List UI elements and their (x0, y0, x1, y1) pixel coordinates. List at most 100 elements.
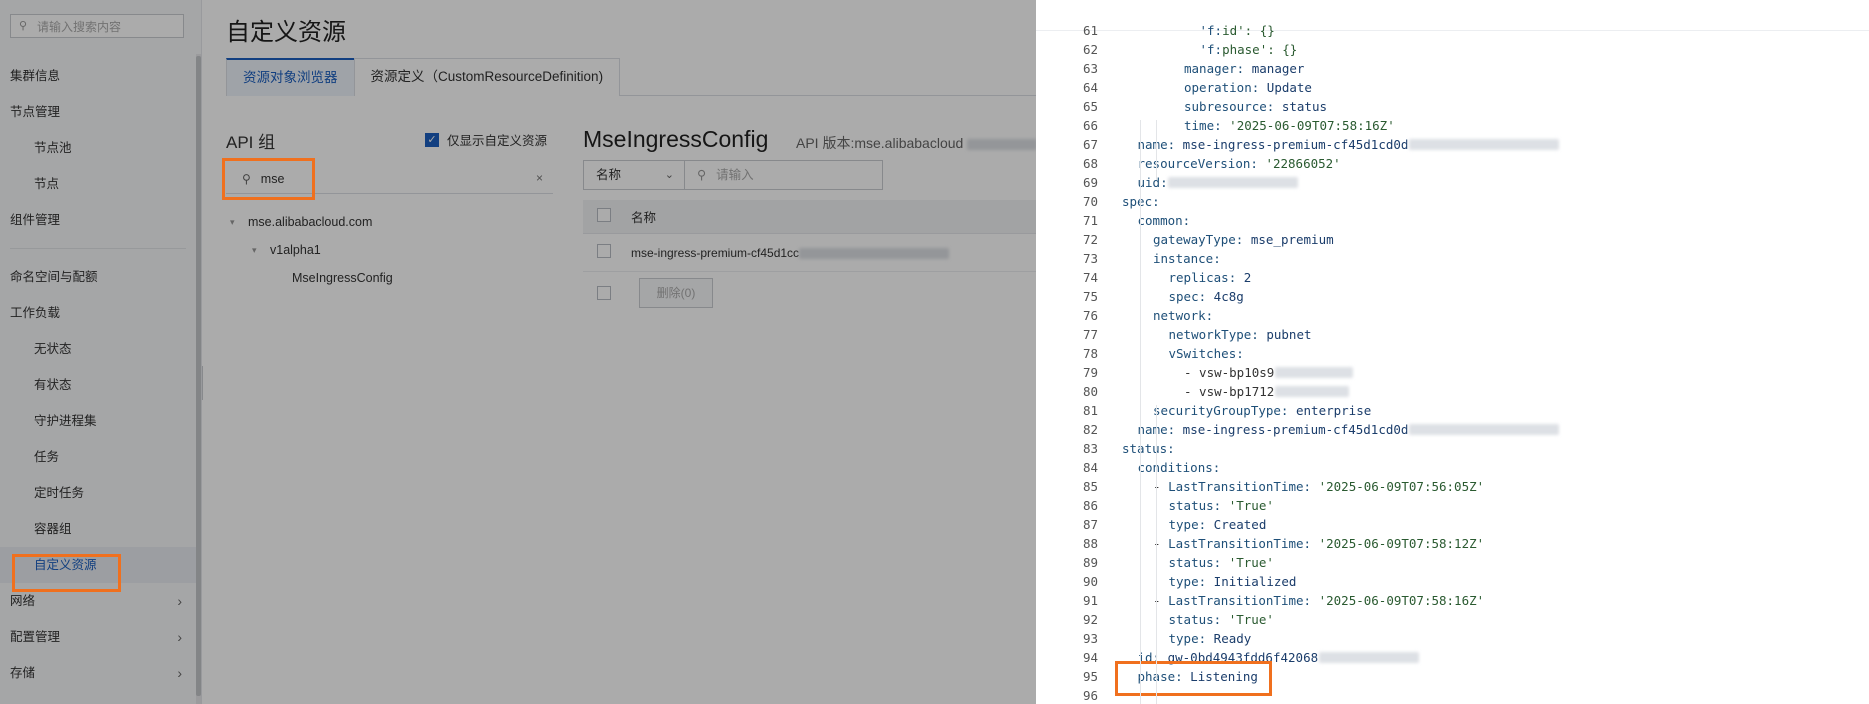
yaml-line: 90 type: Initialized (1036, 572, 1869, 591)
yaml-line-text: manager: manager (1184, 61, 1305, 76)
checkbox-checked-icon[interactable]: ✓ (425, 132, 439, 147)
sidebar-item-storage-label: 存储 (10, 666, 36, 680)
sidebar-item-nodes[interactable]: 节点 (0, 166, 196, 202)
yaml-line: 82 name: mse-ingress-premium-cf45d1cd0d (1036, 420, 1869, 439)
line-number: 89 (1082, 555, 1098, 570)
sidebar-nav: 集群信息 节点管理 节点池 节点 组件管理 命名空间与配额 工作负载 无状态 有… (0, 58, 196, 691)
line-number: 74 (1082, 270, 1098, 285)
yaml-line: 91 - LastTransitionTime: '2025-06-09T07:5… (1036, 591, 1869, 610)
yaml-line: 87 type: Created (1036, 515, 1869, 534)
only-custom-checkbox[interactable]: ✓ 仅显示自定义资源 (425, 130, 547, 149)
sidebar-item-config-label: 配置管理 (10, 630, 61, 644)
tree-node-version[interactable]: ▾ v1alpha1 (230, 236, 393, 264)
yaml-line-text: uid: (1137, 175, 1168, 190)
line-number: 69 (1082, 175, 1098, 190)
line-number: 63 (1082, 61, 1098, 76)
resource-table: 名称 mse-ingress-premium-cf45d1cc (583, 200, 1036, 272)
search-icon: ⚲ (19, 20, 28, 32)
yaml-line: 77 networkType: pubnet (1036, 325, 1869, 344)
yaml-line: 88 - LastTransitionTime: '2025-06-09T07:5… (1036, 534, 1869, 553)
yaml-line-text: vSwitches: (1168, 346, 1244, 361)
redacted-text (1318, 652, 1419, 663)
filter-search-input[interactable]: ⚲ 请输入 (685, 160, 883, 190)
line-number: 80 (1082, 384, 1098, 399)
sidebar-item-config[interactable]: 配置管理 › (0, 619, 196, 655)
line-number: 78 (1082, 346, 1098, 361)
highlight-box-search (222, 158, 315, 200)
clear-icon[interactable]: × (536, 171, 543, 185)
filter-field-select[interactable]: 名称 ⌄ (583, 160, 685, 190)
select-all-checkbox[interactable] (597, 208, 611, 222)
sidebar-item-pods[interactable]: 容器组 (0, 511, 196, 547)
delete-button[interactable]: 删除(0) (639, 278, 713, 308)
chevron-right-icon: › (177, 593, 182, 609)
filter-placeholder: 请输入 (716, 168, 754, 182)
footer-select-checkbox[interactable] (597, 286, 611, 300)
sidebar-scrollbar-thumb[interactable] (196, 56, 201, 696)
tree-node-group[interactable]: ▾ mse.alibabacloud.com (230, 208, 393, 236)
line-number: 91 (1082, 593, 1098, 608)
line-number: 76 (1082, 308, 1098, 323)
sidebar-item-jobs[interactable]: 任务 (0, 439, 196, 475)
yaml-line: 76 network: (1036, 306, 1869, 325)
sidebar-item-cronjobs[interactable]: 定时任务 (0, 475, 196, 511)
resource-name-link[interactable]: mse-ingress-premium-cf45d1cc (631, 246, 950, 260)
yaml-line: 89 status: 'True' (1036, 553, 1869, 572)
yaml-line-text: type: Ready (1168, 631, 1252, 646)
yaml-line: 75 spec: 4c8g (1036, 287, 1869, 306)
yaml-line: 67 name: mse-ingress-premium-cf45d1cd0d (1036, 135, 1869, 154)
yaml-line-text: spec: 4c8g (1168, 289, 1244, 304)
line-number: 94 (1082, 650, 1098, 665)
highlight-box-phase (1115, 661, 1272, 696)
sidebar-item-statefulsets[interactable]: 有状态 (0, 367, 196, 403)
yaml-drawer: 61 'f:id': {} 62 'f:phase': {} 63 manager: ma… (1036, 0, 1869, 704)
line-number: 65 (1082, 99, 1098, 114)
caret-down-icon[interactable]: ▾ (230, 213, 248, 231)
yaml-line-text: securityGroupType: enterprise (1153, 403, 1372, 418)
tab-crd[interactable]: 资源定义（CustomResourceDefinition) (353, 58, 621, 96)
table-header: 名称 (583, 200, 1036, 234)
line-number: 96 (1082, 688, 1098, 703)
sidebar-item-node-pools[interactable]: 节点池 (0, 130, 196, 166)
redacted-text (1274, 367, 1353, 378)
yaml-line: 74 replicas: 2 (1036, 268, 1869, 287)
tree-version-label: v1alpha1 (270, 243, 321, 257)
sidebar-item-node-management[interactable]: 节点管理 (0, 94, 196, 130)
sidebar-item-daemonsets[interactable]: 守护进程集 (0, 403, 196, 439)
yaml-line: 69 uid: (1036, 173, 1869, 192)
yaml-line-text: status: 'True' (1168, 498, 1274, 513)
sidebar-item-storage[interactable]: 存储 › (0, 655, 196, 691)
redacted-text (799, 247, 950, 259)
redacted-text (1409, 139, 1560, 150)
yaml-line-text: - LastTransitionTime: '2025-06-09T07:56:… (1153, 479, 1485, 494)
yaml-line: 71 common: (1036, 211, 1869, 230)
yaml-line: 84 conditions: (1036, 458, 1869, 477)
yaml-editor[interactable]: 61 'f:id': {} 62 'f:phase': {} 63 manager: ma… (1036, 21, 1869, 704)
line-number: 66 (1082, 118, 1098, 133)
yaml-line: 61 'f:id': {} (1036, 21, 1869, 40)
yaml-line-text: conditions: (1137, 460, 1221, 475)
yaml-line: 93 type: Ready (1036, 629, 1869, 648)
redacted-text (1409, 424, 1560, 435)
yaml-line-text: - vsw-bp1712 (1184, 384, 1275, 399)
yaml-line-text: name: mse-ingress-premium-cf45d1cd0d (1138, 137, 1409, 152)
sidebar-item-workloads[interactable]: 工作负载 (0, 295, 196, 331)
sidebar-item-cluster-info[interactable]: 集群信息 (0, 58, 196, 94)
main-content: 自定义资源 资源对象浏览器 资源定义（CustomResourceDefinit… (203, 0, 1036, 704)
table-footer: 删除(0) (583, 278, 713, 308)
table-row[interactable]: mse-ingress-premium-cf45d1cc (583, 234, 1036, 272)
line-number: 73 (1082, 251, 1098, 266)
modal-overlay[interactable] (203, 0, 1036, 704)
yaml-line-text: status: (1122, 441, 1175, 456)
tab-bar: 资源对象浏览器 资源定义（CustomResourceDefinition) (226, 58, 1036, 96)
yaml-line-text: operation: Update (1184, 80, 1312, 95)
sidebar-search-placeholder: 请输入搜索内容 (37, 19, 122, 34)
sidebar-item-addons[interactable]: 组件管理 (0, 202, 196, 238)
sidebar-search-input[interactable]: ⚲ 请输入搜索内容 (10, 14, 184, 38)
tree-node-kind[interactable]: MseIngressConfig (230, 264, 393, 292)
caret-down-icon[interactable]: ▾ (252, 241, 270, 259)
sidebar-item-namespaces[interactable]: 命名空间与配额 (0, 259, 196, 295)
tab-resource-browser[interactable]: 资源对象浏览器 (226, 58, 355, 96)
sidebar-item-deployments[interactable]: 无状态 (0, 331, 196, 367)
row-checkbox[interactable] (597, 244, 611, 258)
